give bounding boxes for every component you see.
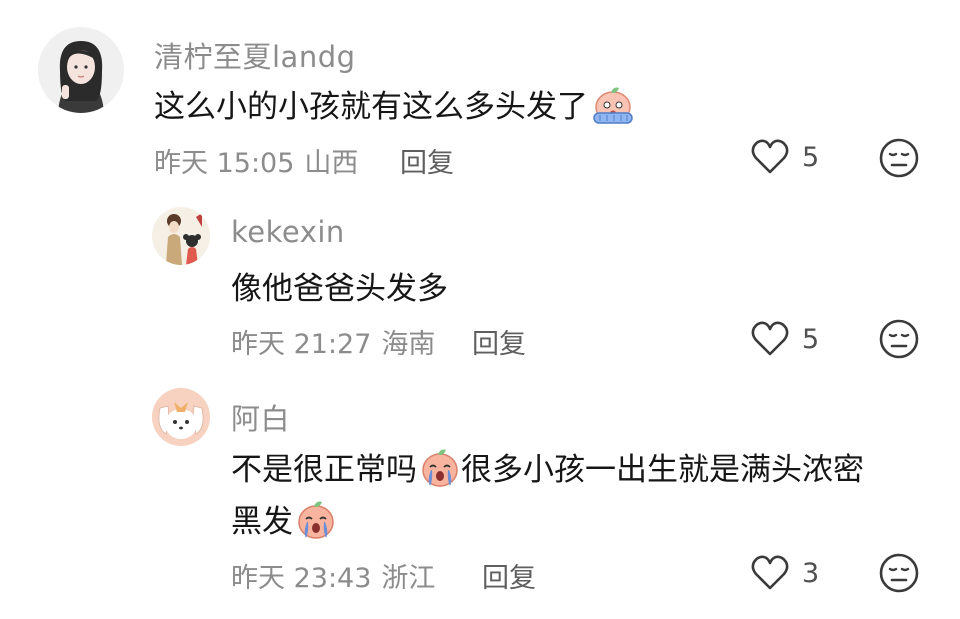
like-button[interactable]: 3 <box>750 554 819 592</box>
username[interactable]: 清柠至夏landg <box>154 34 356 76</box>
like-count: 3 <box>802 557 820 589</box>
avatar[interactable] <box>152 207 210 265</box>
username[interactable]: 阿白 <box>231 396 290 438</box>
username[interactable]: kekexin <box>231 215 345 249</box>
timestamp: 昨天 21:27 <box>231 329 372 360</box>
peach-crying-emoji <box>295 500 337 555</box>
comment-text-part1: 不是很正常吗 <box>231 452 417 488</box>
like-button[interactable]: 5 <box>750 138 819 176</box>
heart-outline-icon <box>751 555 789 590</box>
reply-button[interactable]: 回复 <box>472 322 526 361</box>
peach-crying-emoji <box>419 448 461 503</box>
neutral-face-icon <box>879 553 919 593</box>
dislike-button[interactable] <box>878 552 920 598</box>
comment-text: 像他爸爸头发多 <box>231 271 448 307</box>
comment-text-part2: 很多小孩一出生就是满头浓密 <box>461 452 864 488</box>
comment-meta: 昨天 15:05 山西 <box>154 141 368 180</box>
like-count: 5 <box>802 323 820 355</box>
heart-outline-icon <box>751 321 789 356</box>
dislike-button[interactable] <box>878 318 920 364</box>
comment-text: 这么小的小孩就有这么多头发了 <box>154 82 636 140</box>
location: 浙江 <box>381 563 436 594</box>
comment-meta: 昨天 23:43 浙江 <box>231 556 445 595</box>
comment-text-body: 这么小的小孩就有这么多头发了 <box>154 89 588 125</box>
reply-button[interactable]: 回复 <box>400 141 454 180</box>
location: 海南 <box>381 329 436 360</box>
comment-text-line2: 黑发 <box>231 497 337 555</box>
neutral-face-icon <box>879 138 919 178</box>
avatar[interactable] <box>38 27 124 113</box>
comment-text-part3: 黑发 <box>231 504 293 540</box>
timestamp: 昨天 15:05 <box>154 148 295 179</box>
reply-button[interactable]: 回复 <box>482 556 536 595</box>
like-button[interactable]: 5 <box>750 320 819 358</box>
heart-outline-icon <box>751 139 789 174</box>
neutral-face-icon <box>879 319 919 359</box>
location: 山西 <box>304 148 359 179</box>
timestamp: 昨天 23:43 <box>231 563 372 594</box>
comment-text: 不是很正常吗 很多小孩一出生就是满头浓密 <box>231 445 864 503</box>
dislike-button[interactable] <box>878 137 920 183</box>
avatar[interactable] <box>152 388 210 446</box>
like-count: 5 <box>802 141 820 173</box>
comment-meta: 昨天 21:27 海南 <box>231 322 445 361</box>
peach-scared-emoji <box>590 85 636 140</box>
